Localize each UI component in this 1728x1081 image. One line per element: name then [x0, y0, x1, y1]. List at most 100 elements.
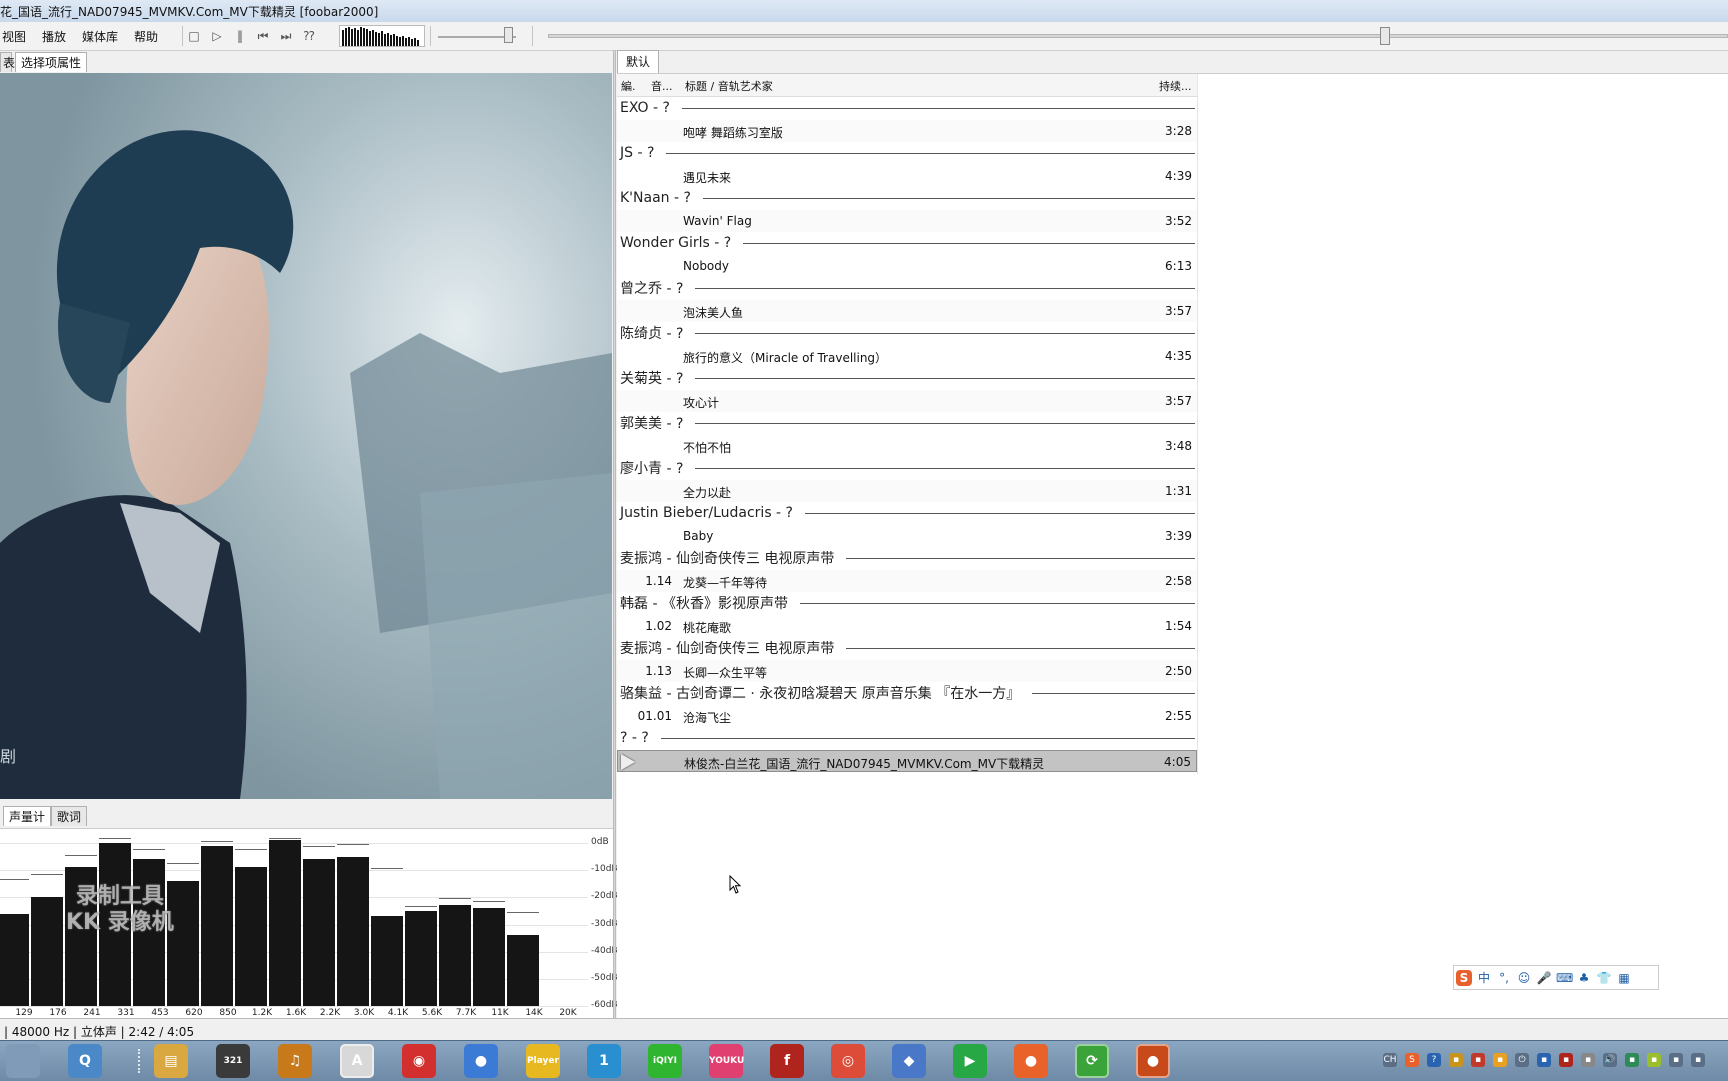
tray-icon[interactable]: ⏻: [1515, 1053, 1529, 1067]
playlist-track-row[interactable]: Wavin' Flag 3:52: [617, 209, 1197, 232]
playlist-group-header[interactable]: 麦振鸿 - 仙剑奇侠传三 电视原声带: [620, 637, 1195, 659]
playlist-group-header[interactable]: K'Naan - ?: [620, 187, 1195, 209]
tray-icon[interactable]: ▪: [1647, 1053, 1661, 1067]
column-header-track[interactable]: 音...: [651, 78, 673, 94]
playlist-group-header[interactable]: ? - ?: [620, 727, 1195, 749]
tray-icon[interactable]: ▪: [1449, 1053, 1463, 1067]
emoji-icon[interactable]: ☺: [1516, 970, 1532, 986]
playlist-track-row[interactable]: 遇见未来 4:39: [617, 165, 1197, 187]
tray-icon[interactable]: CH: [1383, 1053, 1397, 1067]
playlist-group-header[interactable]: 陈绮贞 - ?: [620, 322, 1195, 344]
tray-icon[interactable]: ▪: [1581, 1053, 1595, 1067]
column-header-number[interactable]: 編.: [621, 78, 636, 94]
tab-lyrics[interactable]: 歌词: [51, 806, 88, 826]
playlist-group-header[interactable]: Justin Bieber/Ludacris - ?: [620, 502, 1195, 524]
tray-icon[interactable]: ▪: [1493, 1053, 1507, 1067]
one-icon[interactable]: 1: [587, 1044, 621, 1078]
column-header-title-artist[interactable]: 标题 / 音轨艺术家: [685, 78, 773, 94]
playlist-track-row[interactable]: 不怕不怕 3:48: [617, 435, 1197, 457]
column-header-duration[interactable]: 持续...: [1159, 78, 1192, 94]
playlist-group-header[interactable]: Wonder Girls - ?: [620, 232, 1195, 254]
playlist-track-row[interactable]: 1.14 龙葵—千年等待 2:58: [617, 569, 1197, 592]
playlist-group-header[interactable]: JS - ?: [620, 142, 1195, 164]
next-icon[interactable]: ⏭: [278, 28, 294, 44]
random-icon[interactable]: ⁇: [301, 28, 317, 44]
microphone-icon[interactable]: 🎤: [1536, 970, 1552, 986]
playlist-track-row[interactable]: 1.02 桃花庵歌 1:54: [617, 615, 1197, 637]
playlist-track-row[interactable]: 林俊杰-白兰花_国语_流行_NAD07945_MVMKV.Com_MV下载精灵 4…: [617, 749, 1197, 772]
netease-icon[interactable]: ◉: [402, 1044, 436, 1078]
stop-icon[interactable]: □: [186, 28, 202, 44]
menu-view[interactable]: 视图: [2, 28, 26, 45]
kk-recorder-icon[interactable]: ●: [1136, 1044, 1170, 1078]
files-icon[interactable]: ▤: [154, 1044, 188, 1078]
punctuation-icon[interactable]: °,: [1496, 970, 1512, 986]
tray-icon[interactable]: ▪: [1669, 1053, 1683, 1067]
playlist-track-row[interactable]: 泡沫美人鱼 3:57: [617, 299, 1197, 322]
playlist-track-row[interactable]: Nobody 6:13: [617, 255, 1197, 277]
playlist-track-row[interactable]: 全力以赴 1:31: [617, 479, 1197, 502]
tray-icon[interactable]: ▪: [1537, 1053, 1551, 1067]
playlist-group-header[interactable]: 麦振鸿 - 仙剑奇侠传三 电视原声带: [620, 547, 1195, 569]
321-icon[interactable]: 321: [216, 1044, 250, 1078]
playlist-group-header[interactable]: 韩磊 - 《秋香》影视原声带: [620, 592, 1195, 614]
playlist-track-row[interactable]: 攻心计 3:57: [617, 389, 1197, 412]
playlist-group-header[interactable]: 曾之乔 - ?: [620, 277, 1195, 299]
tray-icon[interactable]: ▪: [1471, 1053, 1485, 1067]
sogou-logo-icon[interactable]: S: [1456, 969, 1472, 986]
playlist-track-row[interactable]: 咆哮 舞蹈练习室版 3:28: [617, 119, 1197, 142]
pause-icon[interactable]: ‖: [232, 28, 248, 44]
menu-grid-icon[interactable]: ▦: [1616, 970, 1632, 986]
track-title: 咆哮 舞蹈练习室版: [683, 125, 783, 140]
ime-toolbar: S 中 °, ☺ 🎤 ⌨ ♣ 👕 ▦: [1453, 965, 1659, 990]
foobar-icon[interactable]: A: [340, 1044, 374, 1078]
tray-icon[interactable]: ▪: [1559, 1053, 1573, 1067]
headphones-icon[interactable]: ♫: [278, 1044, 312, 1078]
tab-playlist-manager[interactable]: 表: [0, 52, 15, 72]
tray-icon[interactable]: ?: [1427, 1053, 1441, 1067]
tab-selection-properties[interactable]: 选择项属性: [15, 52, 88, 72]
menu-help[interactable]: 帮助: [134, 28, 158, 45]
play-icon[interactable]: ▶: [953, 1044, 987, 1078]
playlist-group-header[interactable]: EXO - ?: [620, 97, 1195, 119]
media-icon[interactable]: ●: [464, 1044, 498, 1078]
menu-library[interactable]: 媒体库: [82, 28, 118, 45]
playlist-group-header[interactable]: 廖小青 - ?: [620, 457, 1195, 479]
playlist-group-header[interactable]: 郭美美 - ?: [620, 412, 1195, 434]
start-grip-icon[interactable]: [6, 1044, 40, 1078]
seek-bar-thumb[interactable]: [1380, 27, 1390, 45]
playlist-group-header[interactable]: 关菊英 - ?: [620, 367, 1195, 389]
tray-icon[interactable]: S: [1405, 1053, 1419, 1067]
previous-icon[interactable]: ⏮: [255, 28, 271, 44]
tray-icon[interactable]: ▪: [1691, 1053, 1705, 1067]
panel-splitter[interactable]: [613, 50, 616, 1018]
youku-icon[interactable]: YOUKU: [709, 1044, 744, 1078]
play-icon[interactable]: ▷: [209, 28, 225, 44]
app-bird-icon[interactable]: ◆: [892, 1044, 926, 1078]
tab-volume-meter[interactable]: 声量计: [3, 806, 52, 826]
chrome-icon[interactable]: ◎: [831, 1044, 865, 1078]
skin-icon[interactable]: 👕: [1596, 970, 1612, 986]
volume-slider-thumb[interactable]: [504, 27, 513, 43]
mini-spectrum-bar: [366, 29, 368, 46]
tab-playlist-default[interactable]: 默认: [617, 50, 660, 73]
iqiyi-icon[interactable]: iQIYI: [648, 1044, 682, 1078]
firefox-icon[interactable]: ●: [1014, 1044, 1048, 1078]
playlist-group-header[interactable]: 骆集益 - 古剑奇谭二 · 永夜初晗凝碧天 原声音乐集 『在水一方』: [620, 682, 1195, 704]
tray-icon[interactable]: ▪: [1625, 1053, 1639, 1067]
menu-playback[interactable]: 播放: [42, 28, 66, 45]
keyboard-icon[interactable]: ⌨: [1556, 970, 1573, 986]
chinese-mode-icon[interactable]: 中: [1476, 970, 1492, 986]
green-app-icon[interactable]: ⟳: [1075, 1044, 1109, 1078]
search-icon[interactable]: Q: [68, 1044, 102, 1078]
playlist-track-row[interactable]: Baby 3:39: [617, 525, 1197, 547]
playlist-track-row[interactable]: 旅行的意义（Miracle of Travelling） 4:35: [617, 345, 1197, 367]
player-icon[interactable]: Player: [526, 1044, 560, 1078]
toolbox-icon[interactable]: ♣: [1576, 970, 1592, 986]
seek-bar[interactable]: [548, 34, 1728, 38]
tray-icon[interactable]: 🔊: [1603, 1053, 1617, 1067]
flash-icon[interactable]: f: [770, 1044, 804, 1078]
playlist-track-row[interactable]: 1.13 长卿—众生平等 2:50: [617, 659, 1197, 682]
spectrum-bar: [371, 916, 403, 1006]
playlist-track-row[interactable]: 01.01 沧海飞尘 2:55: [617, 705, 1197, 727]
